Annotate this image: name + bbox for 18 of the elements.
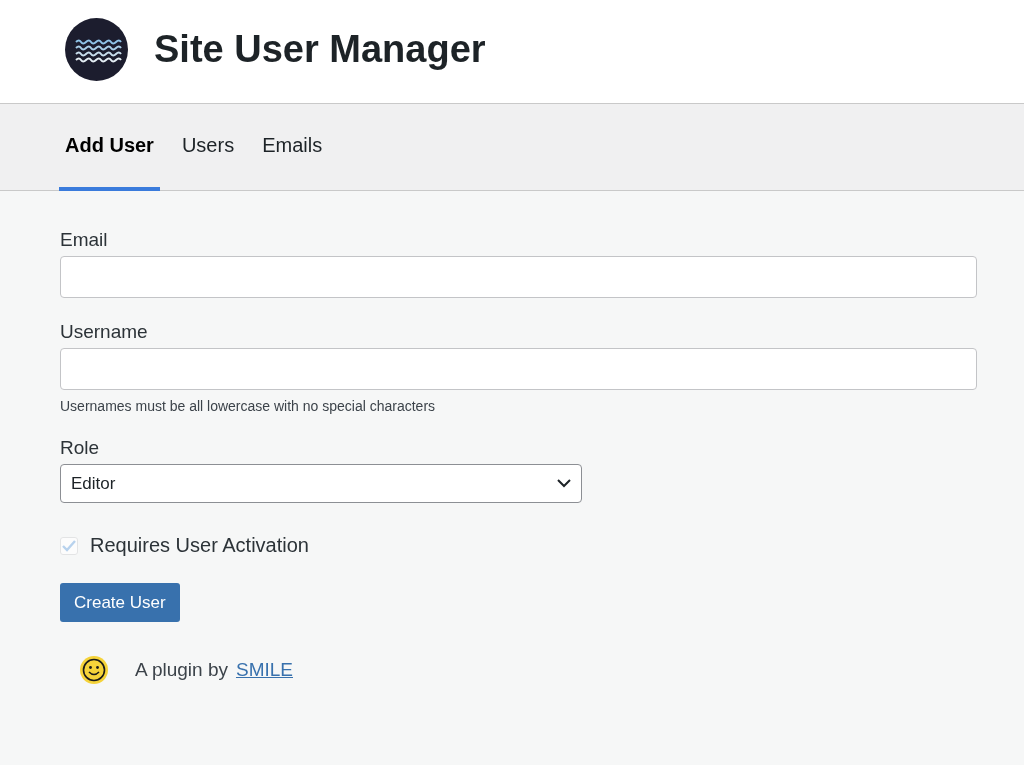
page-title: Site User Manager — [154, 28, 486, 71]
logo-icon — [65, 18, 128, 81]
role-dropdown[interactable]: Editor — [60, 464, 582, 503]
help-text: Usernames must be all lowercase with no special characters — [60, 398, 437, 414]
field-label: Role — [60, 437, 101, 459]
tab[interactable]: Users — [175, 104, 241, 191]
smiley-icon — [79, 655, 109, 685]
tab[interactable]: Add User — [59, 104, 160, 191]
tab[interactable]: Emails — [256, 104, 329, 191]
chevron-down-icon — [557, 479, 571, 488]
checkbox-label: Requires User Activation — [90, 534, 309, 557]
create-user-button[interactable]: Create User — [60, 583, 180, 622]
input-field[interactable] — [60, 348, 977, 390]
field-label: Email — [60, 229, 109, 251]
credit-text: A plugin by — [135, 659, 228, 681]
field-label: Username — [60, 321, 149, 343]
input-field[interactable] — [60, 256, 977, 298]
smile-link[interactable]: SMILE — [235, 659, 293, 681]
